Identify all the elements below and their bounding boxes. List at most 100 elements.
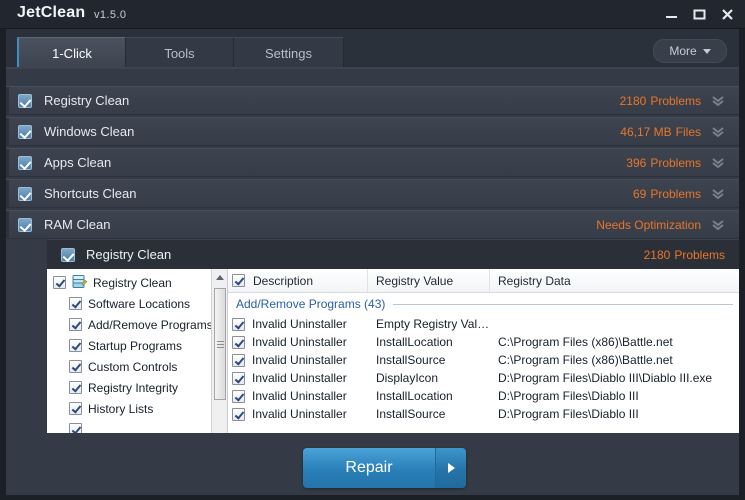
row-count-unit: Files (675, 124, 701, 139)
tree-item-history-lists[interactable]: History Lists (47, 398, 227, 419)
table-row[interactable]: Invalid Uninstaller InstallSource D:\Pro… (228, 405, 739, 423)
tab-tools[interactable]: Tools (126, 37, 234, 68)
table-header-row: Description Registry Value Registry Data (228, 269, 739, 293)
tab-1-click[interactable]: 1-Click (17, 37, 126, 68)
category-tree: Registry Clean Software Locations Add/Re… (47, 269, 228, 433)
cell-description-label: Invalid Uninstaller (252, 317, 347, 331)
cell-description: Invalid Uninstaller (228, 371, 368, 385)
tree-item-label: History Lists (88, 401, 154, 416)
row-checkbox[interactable] (232, 317, 245, 331)
app-title: JetClean (17, 4, 86, 21)
detail-header: Registry Clean 2180 Problems (47, 239, 739, 269)
row-checkbox[interactable] (232, 335, 245, 349)
cell-description-label: Invalid Uninstaller (252, 353, 347, 367)
double-chevron-down-icon[interactable] (705, 126, 731, 138)
row-windows-clean[interactable]: Windows Clean 46,17 MB Files (6, 117, 739, 146)
row-checkbox[interactable] (232, 371, 245, 385)
detail-checkbox[interactable] (61, 247, 75, 262)
cell-registry-value: Empty Registry Value (376, 317, 490, 331)
tree-item-startup-programs[interactable]: Startup Programs (47, 335, 227, 356)
table-row[interactable]: Invalid Uninstaller Empty Registry Value (228, 315, 739, 333)
clean-module-list: Registry Clean 2180 Problems Windows Clea… (6, 86, 739, 241)
double-chevron-down-icon[interactable] (705, 157, 731, 169)
tree-item-add-remove-programs[interactable]: Add/Remove Programs (47, 314, 227, 335)
more-button-label: More (669, 44, 697, 58)
tab-settings[interactable]: Settings (234, 37, 344, 68)
cell-description: Invalid Uninstaller (228, 353, 368, 367)
tree-item-registry-integrity[interactable]: Registry Integrity (47, 377, 227, 398)
row-checkbox[interactable] (232, 353, 245, 367)
row-checkbox[interactable] (232, 407, 245, 421)
repair-button-label[interactable]: Repair (303, 448, 436, 488)
tree-item-registry-clean[interactable]: Registry Clean (47, 272, 227, 293)
detail-panel: Registry Clean 2180 Problems Registry Cl… (47, 239, 739, 433)
repair-button[interactable]: Repair (303, 448, 466, 488)
tree-item-label: Software Locations (88, 296, 191, 311)
tree-checkbox[interactable] (69, 381, 82, 394)
column-header-registry-value[interactable]: Registry Value (368, 269, 490, 292)
row-checkbox[interactable] (18, 93, 32, 108)
cell-description-label: Invalid Uninstaller (252, 371, 347, 385)
window-controls (664, 0, 735, 28)
row-checkbox[interactable] (18, 217, 32, 232)
tree-checkbox[interactable] (53, 276, 66, 289)
row-count: Needs Optimization (592, 218, 701, 232)
row-shortcuts-clean[interactable]: Shortcuts Clean 69 Problems (6, 179, 739, 208)
scrollbar-thumb[interactable] (214, 288, 226, 400)
tree-checkbox[interactable] (69, 318, 82, 331)
maximize-button[interactable] (692, 7, 707, 22)
tree-checkbox[interactable] (69, 360, 82, 373)
tree-item-partial[interactable] (47, 419, 227, 433)
repair-dropdown-button[interactable] (436, 448, 466, 488)
table-row[interactable]: Invalid Uninstaller DisplayIcon D:\Progr… (228, 369, 739, 387)
row-count-unit: Problems (650, 186, 701, 201)
column-header-description[interactable]: Description (228, 269, 368, 292)
tree-item-label: Registry Clean (93, 275, 172, 290)
window-frame-right (739, 0, 745, 500)
row-accent-bar (6, 118, 9, 145)
row-apps-clean[interactable]: Apps Clean 396 Problems (6, 148, 739, 177)
row-checkbox[interactable] (18, 124, 32, 139)
double-chevron-down-icon[interactable] (705, 219, 731, 231)
select-all-checkbox[interactable] (232, 274, 245, 287)
scroll-up-button[interactable] (212, 269, 227, 285)
row-count-number: 69 (632, 186, 647, 201)
tree-item-label: Startup Programs (88, 338, 183, 353)
chevron-down-icon (702, 48, 711, 54)
detail-body: Registry Clean Software Locations Add/Re… (47, 269, 739, 433)
row-count-number: 396 (626, 155, 647, 170)
title-bar: JetClean v1.5.0 (0, 0, 745, 29)
cell-registry-value: DisplayIcon (376, 371, 439, 385)
row-registry-clean[interactable]: Registry Clean 2180 Problems (6, 86, 739, 115)
row-accent-bar (6, 211, 9, 238)
double-chevron-down-icon[interactable] (705, 188, 731, 200)
jetclean-window: JetClean v1.5.0 1-Click Tools Settings M… (0, 0, 745, 500)
table-row[interactable]: Invalid Uninstaller InstallLocation C:\P… (228, 333, 739, 351)
column-header-registry-data[interactable]: Registry Data (490, 269, 739, 292)
table-row[interactable]: Invalid Uninstaller InstallSource C:\Pro… (228, 351, 739, 369)
tree-item-label: Add/Remove Programs (88, 317, 213, 332)
row-checkbox[interactable] (18, 155, 32, 170)
close-button[interactable] (720, 7, 735, 22)
detail-count-number: 2180 (643, 247, 671, 262)
row-checkbox[interactable] (232, 389, 245, 403)
tree-checkbox[interactable] (69, 423, 82, 433)
table-row[interactable]: Invalid Uninstaller InstallLocation D:\P… (228, 387, 739, 405)
tree-item-software-locations[interactable]: Software Locations (47, 293, 227, 314)
tree-checkbox[interactable] (69, 339, 82, 352)
tree-item-custom-controls[interactable]: Custom Controls (47, 356, 227, 377)
tree-checkbox[interactable] (69, 402, 82, 415)
app-version: v1.5.0 (94, 9, 127, 21)
tree-scrollbar[interactable] (211, 269, 227, 433)
row-ram-clean[interactable]: RAM Clean Needs Optimization (6, 210, 739, 239)
category-tree-list: Registry Clean Software Locations Add/Re… (47, 269, 227, 433)
tree-checkbox[interactable] (69, 297, 82, 310)
row-count-number: 2180 (619, 93, 647, 108)
cell-description: Invalid Uninstaller (228, 407, 368, 421)
more-button[interactable]: More (653, 39, 727, 63)
double-chevron-down-icon[interactable] (705, 95, 731, 107)
row-checkbox[interactable] (18, 186, 32, 201)
column-header-label: Registry Value (376, 273, 454, 288)
minimize-button[interactable] (664, 7, 679, 22)
cell-description: Invalid Uninstaller (228, 389, 368, 403)
